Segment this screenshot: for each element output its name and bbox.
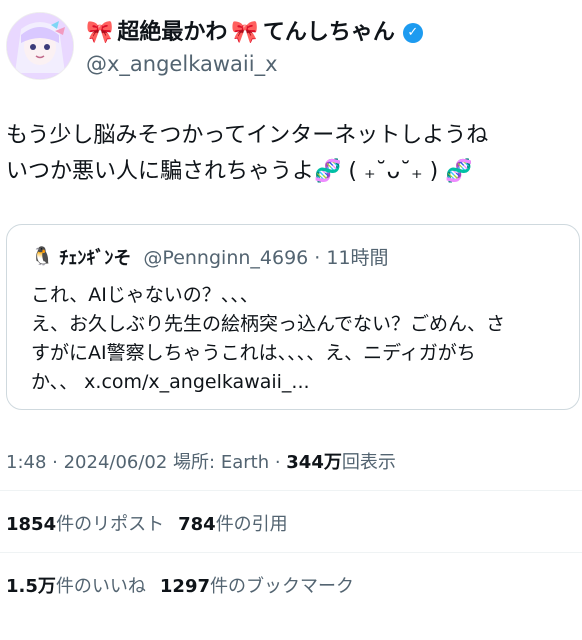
author-handle[interactable]: @x_angelkawaii_x [86,52,423,76]
tweet-meta: 1:48 · 2024/06/02 場所: Earth · 344万回表示 [6,448,396,474]
bookmarks-label: 件のブックマーク [210,576,354,597]
likes-label: 件のいいね [55,576,146,597]
quotes-stat[interactable]: 784件の引用 [178,510,288,536]
quote-handle-time: @Pennginn_4696 · 11時間 [143,247,389,269]
stats-row-1: 1854件のリポスト 784件の引用 [6,510,288,536]
divider [0,490,582,491]
bookmarks-count: 1297 [159,576,210,597]
quotes-count: 784 [178,514,216,535]
quoted-tweet[interactable]: 🐧 ﾁｪﾝｷﾞﾝそ @Pennginn_4696 · 11時間 これ、AIじゃな… [6,224,580,410]
quote-author-name: ﾁｪﾝｷﾞﾝそ [59,247,132,269]
display-name-text-2: てんしちゃん [262,20,395,45]
time-date-place[interactable]: 1:48 · 2024/06/02 場所: Earth · [6,452,286,473]
views-count: 344万 [286,452,342,473]
tweet-header: 🎀 超絶最かわ 🎀 てんしちゃん ✓ @x_angelkawaii_x [6,12,576,82]
avatar[interactable] [6,12,74,80]
quote-header: 🐧 ﾁｪﾝｷﾞﾝそ @Pennginn_4696 · 11時間 [31,243,389,270]
reposts-label: 件のリポスト [56,514,165,535]
ribbon-icon: 🎀 [86,20,114,45]
reposts-stat[interactable]: 1854件のリポスト [6,510,164,536]
bookmarks-stat[interactable]: 1297件のブックマーク [160,572,354,598]
penguin-icon: 🐧 [31,246,54,267]
likes-stat[interactable]: 1.5万件のいいね [6,572,146,598]
divider [0,552,582,553]
likes-count: 1.5万 [6,576,56,597]
tweet-text: もう少し脳みそつかってインターネットしようね いつか悪い人に騙されちゃうよ🧬 (… [6,123,489,184]
stats-row-2: 1.5万件のいいね 1297件のブックマーク [6,572,354,598]
views-label: 回表示 [341,452,396,473]
display-name[interactable]: 🎀 超絶最かわ 🎀 てんしちゃん ✓ [86,20,423,46]
ribbon-icon: 🎀 [231,20,259,45]
quotes-label: 件の引用 [215,514,288,535]
quote-text: これ、AIじゃないの？、、、 え、お久しぶり先生の絵柄突っ込んでない？ごめん、さ… [31,284,506,393]
author-names: 🎀 超絶最かわ 🎀 てんしちゃん ✓ @x_angelkawaii_x [86,20,423,76]
verified-badge-icon: ✓ [402,23,423,43]
display-name-text-1: 超絶最かわ [117,20,228,45]
reposts-count: 1854 [6,514,57,535]
